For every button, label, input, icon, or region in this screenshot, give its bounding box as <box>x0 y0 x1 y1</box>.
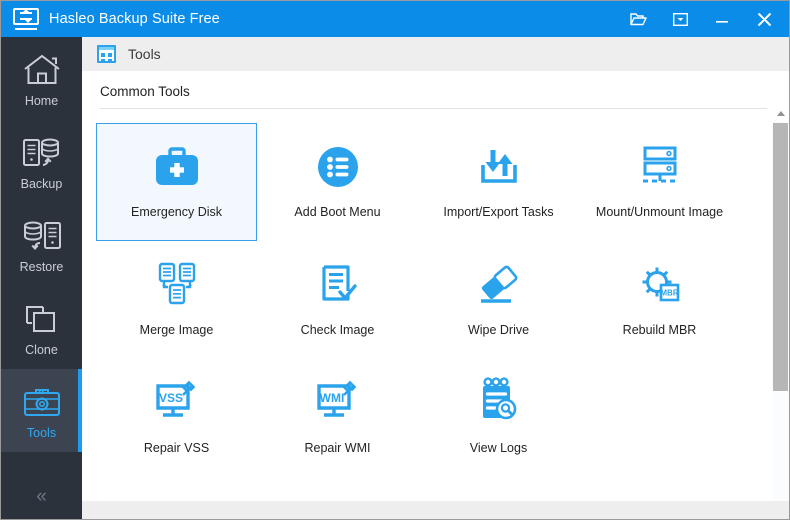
server-rack-mount-icon <box>632 136 688 198</box>
tool-tile-merge-image[interactable]: Merge Image <box>96 241 257 359</box>
server-download-icon <box>21 215 63 257</box>
bulleted-list-circle-icon <box>311 136 365 198</box>
folder-open-icon <box>629 13 647 26</box>
page-title: Tools <box>128 46 161 62</box>
close-button[interactable] <box>743 1 785 37</box>
tool-tile-label: Repair VSS <box>143 441 210 455</box>
first-aid-briefcase-icon <box>149 136 205 198</box>
tool-tile-label: View Logs <box>469 441 528 455</box>
tool-tile-label: Mount/Unmount Image <box>595 205 724 219</box>
tools-panel: Common Tools Emergency Disk Add Boot Men… <box>82 71 789 501</box>
sidebar-item-backup[interactable]: Backup <box>1 120 82 203</box>
svg-text:WMI: WMI <box>319 391 344 405</box>
tools-grid: Emergency Disk Add Boot Menu Import/Expo… <box>82 109 772 477</box>
tool-tile-check-image[interactable]: Check Image <box>257 241 418 359</box>
sidebar-item-clone[interactable]: Clone <box>1 286 82 369</box>
tool-tile-label: Wipe Drive <box>467 323 530 337</box>
scroll-up-button[interactable] <box>772 105 789 122</box>
sidebar-item-label: Clone <box>25 343 58 357</box>
copy-squares-icon <box>22 298 62 340</box>
window-title: Hasleo Backup Suite Free <box>49 11 220 27</box>
sidebar-item-tools[interactable]: Tools <box>1 369 82 452</box>
box-chevron-down-icon <box>672 12 688 26</box>
sidebar-item-label: Home <box>24 94 59 108</box>
window-controls <box>617 1 785 37</box>
tool-tile-import-export-tasks[interactable]: Import/Export Tasks <box>418 123 579 241</box>
tool-tile-label: Import/Export Tasks <box>443 205 554 219</box>
svg-text:MBR: MBR <box>660 289 678 298</box>
notepad-search-icon <box>472 372 526 434</box>
scroll-up-arrow-icon <box>776 111 785 116</box>
backup-suite-logo-icon <box>13 8 39 30</box>
scrollbar-track[interactable] <box>772 122 789 501</box>
page-header: Tools <box>82 37 789 71</box>
monitor-wmi-tools-icon: WMI <box>310 372 366 434</box>
import-export-arrows-icon <box>472 136 526 198</box>
vertical-scrollbar[interactable] <box>772 105 789 501</box>
tool-tile-repair-vss[interactable]: VSS Repair VSS <box>96 359 257 477</box>
minimize-button[interactable] <box>701 1 743 37</box>
gear-mbr-icon: MBR <box>632 254 688 316</box>
dropdown-menu-button[interactable] <box>659 1 701 37</box>
server-upload-icon <box>21 132 63 174</box>
application-window: Hasleo Backup Suite Free Home Backup Res… <box>0 0 790 520</box>
merge-documents-icon <box>149 254 205 316</box>
section-title: Common Tools <box>100 84 190 99</box>
sidebar-item-restore[interactable]: Restore <box>1 203 82 286</box>
tool-tile-add-boot-menu[interactable]: Add Boot Menu <box>257 123 418 241</box>
tool-tile-wipe-drive[interactable]: Wipe Drive <box>418 241 579 359</box>
tool-tile-label: Rebuild MBR <box>622 323 697 337</box>
tool-tile-label: Check Image <box>300 323 375 337</box>
tool-tile-rebuild-mbr[interactable]: MBR Rebuild MBR <box>579 241 740 359</box>
title-bar: Hasleo Backup Suite Free <box>1 1 789 37</box>
window-grid-icon <box>97 45 116 63</box>
tool-tile-repair-wmi[interactable]: WMI Repair WMI <box>257 359 418 477</box>
tool-tile-label: Repair WMI <box>304 441 371 455</box>
sidebar-item-label: Restore <box>19 260 64 274</box>
document-check-icon <box>311 254 365 316</box>
open-folder-button[interactable] <box>617 1 659 37</box>
tool-tile-mount-unmount-image[interactable]: Mount/Unmount Image <box>579 123 740 241</box>
sidebar-item-home[interactable]: Home <box>1 37 82 120</box>
sidebar-item-label: Backup <box>20 177 63 191</box>
content-area: Tools Common Tools Emergency Disk Add Bo… <box>82 37 789 519</box>
tool-tile-label: Merge Image <box>139 323 214 337</box>
tool-tile-label: Emergency Disk <box>131 205 222 219</box>
sidebar-collapse-button[interactable]: « <box>1 480 82 514</box>
toolbox-gear-icon <box>21 381 63 423</box>
minimize-icon <box>716 21 728 23</box>
scrollbar-thumb[interactable] <box>773 123 788 391</box>
sidebar-item-label: Tools <box>26 426 57 440</box>
close-x-icon <box>757 12 771 26</box>
eraser-icon <box>471 254 527 316</box>
house-icon <box>22 49 62 91</box>
sidebar: Home Backup Restore Clone Tools « <box>1 37 82 519</box>
monitor-vss-tools-icon: VSS <box>149 372 205 434</box>
tool-tile-label: Add Boot Menu <box>294 205 381 219</box>
tool-tile-emergency-disk[interactable]: Emergency Disk <box>96 123 257 241</box>
tool-tile-view-logs[interactable]: View Logs <box>418 359 579 477</box>
svg-text:VSS: VSS <box>158 391 182 405</box>
